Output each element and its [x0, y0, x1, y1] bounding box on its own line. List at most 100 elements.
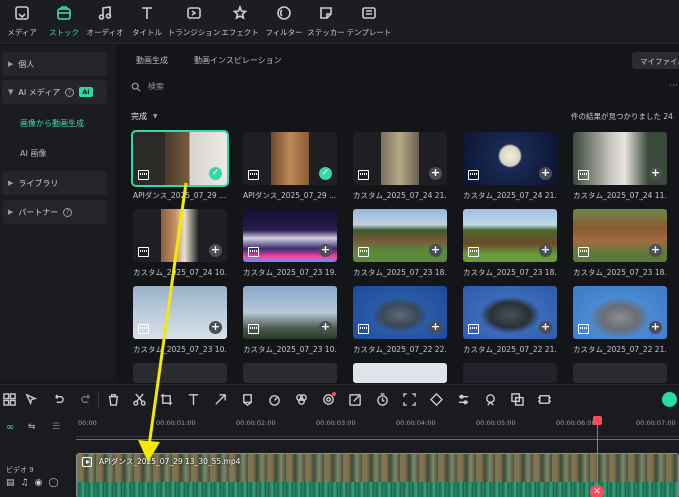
tab-stock[interactable]: ストック: [44, 4, 84, 42]
media-card[interactable]: ✓ APIダンス_2025_07_29 ...: [131, 130, 229, 201]
eye-icon[interactable]: ◉: [35, 478, 43, 488]
track-manage-icon[interactable]: ☰: [52, 422, 60, 432]
media-card[interactable]: [573, 363, 667, 383]
media-card[interactable]: [463, 363, 557, 383]
sidebar-item-label: 個人: [18, 59, 35, 69]
crop-icon[interactable]: [159, 393, 173, 407]
media-card[interactable]: [133, 363, 227, 383]
media-card[interactable]: [243, 363, 337, 383]
volume-icon[interactable]: ♫: [21, 478, 29, 488]
media-card[interactable]: + カスタム_2025_07_23 18...: [353, 209, 447, 278]
undo-icon[interactable]: [51, 393, 65, 407]
tab-video-generation[interactable]: 動画生成: [136, 55, 168, 66]
add-icon[interactable]: +: [649, 167, 662, 180]
voice-icon[interactable]: [483, 393, 497, 407]
speed-icon[interactable]: [267, 393, 281, 407]
split-icon[interactable]: [132, 393, 146, 407]
add-icon[interactable]: +: [539, 244, 552, 257]
media-card[interactable]: + カスタム_2025_07_24 21...: [463, 132, 557, 201]
ai-assistant-icon[interactable]: [662, 392, 677, 407]
media-card[interactable]: + カスタム_2025_07_22 21...: [573, 286, 667, 355]
sidebar-item-ai-image[interactable]: AI 画像: [20, 148, 46, 159]
motion-icon[interactable]: [213, 393, 227, 407]
sidebar-item-library[interactable]: ▶ ライブラリ: [2, 171, 107, 195]
edit-icon[interactable]: [348, 393, 362, 407]
my-files-button[interactable]: マイファイル: [632, 52, 679, 69]
sidebar-item-ai-media[interactable]: ▼ AI メディア ? AI: [2, 80, 107, 104]
tab-template[interactable]: テンプレート: [347, 4, 391, 42]
film-icon: [358, 247, 369, 257]
tab-effect[interactable]: エフェクト: [220, 4, 260, 42]
add-icon[interactable]: +: [429, 167, 442, 180]
more-tools-icon[interactable]: [537, 393, 551, 407]
template-icon: [360, 4, 378, 22]
split-marker-icon[interactable]: ✕: [590, 485, 604, 497]
film-icon: [578, 247, 589, 257]
color-icon[interactable]: [294, 393, 308, 407]
add-icon[interactable]: +: [649, 321, 662, 334]
sidebar-item-partner[interactable]: ▶ パートナー ?: [2, 200, 107, 224]
add-icon[interactable]: +: [209, 321, 222, 334]
media-card[interactable]: ✓ APIダンス_2025_07_29 ...: [243, 132, 337, 201]
media-card[interactable]: + カスタム_2025_07_24 11...: [573, 132, 667, 201]
timer-icon[interactable]: [375, 393, 389, 407]
help-icon[interactable]: ?: [63, 207, 73, 217]
media-card[interactable]: + カスタム_2025_07_23 18...: [463, 209, 557, 278]
media-card[interactable]: [353, 363, 447, 383]
keyframe-icon[interactable]: [429, 392, 443, 407]
layout-icon[interactable]: [2, 393, 16, 407]
status-filter-dropdown[interactable]: 完成 ▼: [131, 111, 158, 122]
ai-tool-icon[interactable]: [321, 392, 336, 407]
media-card[interactable]: + カスタム_2025_07_23 18...: [573, 209, 667, 278]
link-icon[interactable]: ∞: [6, 422, 14, 433]
text-icon[interactable]: [186, 393, 200, 407]
add-icon[interactable]: +: [319, 244, 332, 257]
media-card[interactable]: + カスタム_2025_07_22 21...: [463, 286, 557, 355]
tick-label: 00:00:04:00: [396, 419, 436, 427]
media-card[interactable]: + カスタム_2025_07_24 10...: [133, 209, 227, 278]
media-card[interactable]: + カスタム_2025_07_24 21...: [353, 132, 447, 201]
tab-sticker[interactable]: ステッカー: [306, 4, 346, 42]
add-icon[interactable]: +: [429, 244, 442, 257]
tab-filter[interactable]: フィルター: [264, 4, 304, 42]
media-card[interactable]: + カスタム_2025_07_23 10...: [133, 286, 227, 355]
playhead-handle[interactable]: [593, 416, 602, 425]
video-clip[interactable]: APIダンス_2025_07_29 13_30_55.mp4: [76, 453, 679, 497]
sidebar-item-image-to-video[interactable]: 画像から動画生成: [20, 118, 84, 129]
folder-icon[interactable]: ▤: [6, 478, 15, 488]
tab-title[interactable]: タイトル: [127, 4, 167, 42]
translate-icon[interactable]: [510, 393, 524, 407]
media-card[interactable]: + カスタム_2025_07_23 19...: [243, 209, 337, 278]
sidebar-item-personal[interactable]: ▶ 個人: [2, 52, 107, 76]
tab-media[interactable]: メディア: [2, 4, 42, 42]
adjust-icon[interactable]: [456, 393, 470, 407]
media-card[interactable]: + カスタム_2025_07_22 22...: [353, 286, 447, 355]
add-icon[interactable]: +: [319, 321, 332, 334]
timeline-ruler[interactable]: 00:00 00:00:01:00 00:00:02:00 00:00:03:0…: [76, 415, 679, 437]
redo-icon[interactable]: [79, 393, 93, 407]
add-icon[interactable]: +: [209, 244, 222, 257]
add-icon[interactable]: +: [649, 244, 662, 257]
delete-icon[interactable]: [106, 393, 120, 407]
add-icon[interactable]: +: [539, 167, 552, 180]
select-tool-icon[interactable]: [24, 393, 38, 407]
help-icon[interactable]: ?: [65, 87, 75, 97]
ai-badge: AI: [79, 87, 93, 97]
add-icon[interactable]: +: [539, 321, 552, 334]
marker-icon[interactable]: [240, 393, 254, 407]
tick-label: 00:00:01:00: [156, 419, 196, 427]
fit-icon[interactable]: [402, 393, 416, 407]
add-icon[interactable]: +: [429, 321, 442, 334]
tab-transition[interactable]: トランジション: [168, 4, 220, 42]
tab-video-inspiration[interactable]: 動画インスピレーション: [194, 55, 282, 66]
tab-audio[interactable]: オーディオ: [85, 4, 125, 42]
film-icon: [358, 324, 369, 334]
snap-icon[interactable]: ⇋: [28, 422, 36, 432]
content-panel: 動画生成 動画インスピレーション マイファイル 検索 ⋯ 完成 ▼ 件の結果が見…: [117, 45, 679, 383]
lock-icon[interactable]: ◯: [48, 478, 58, 488]
card-name: カスタム_2025_07_23 18...: [353, 268, 447, 277]
search-input[interactable]: 検索: [131, 81, 164, 92]
media-card[interactable]: + カスタム_2025_07_23 10...: [243, 286, 337, 355]
more-icon[interactable]: ⋯: [669, 81, 678, 91]
timeline-toolbar: [0, 385, 679, 415]
